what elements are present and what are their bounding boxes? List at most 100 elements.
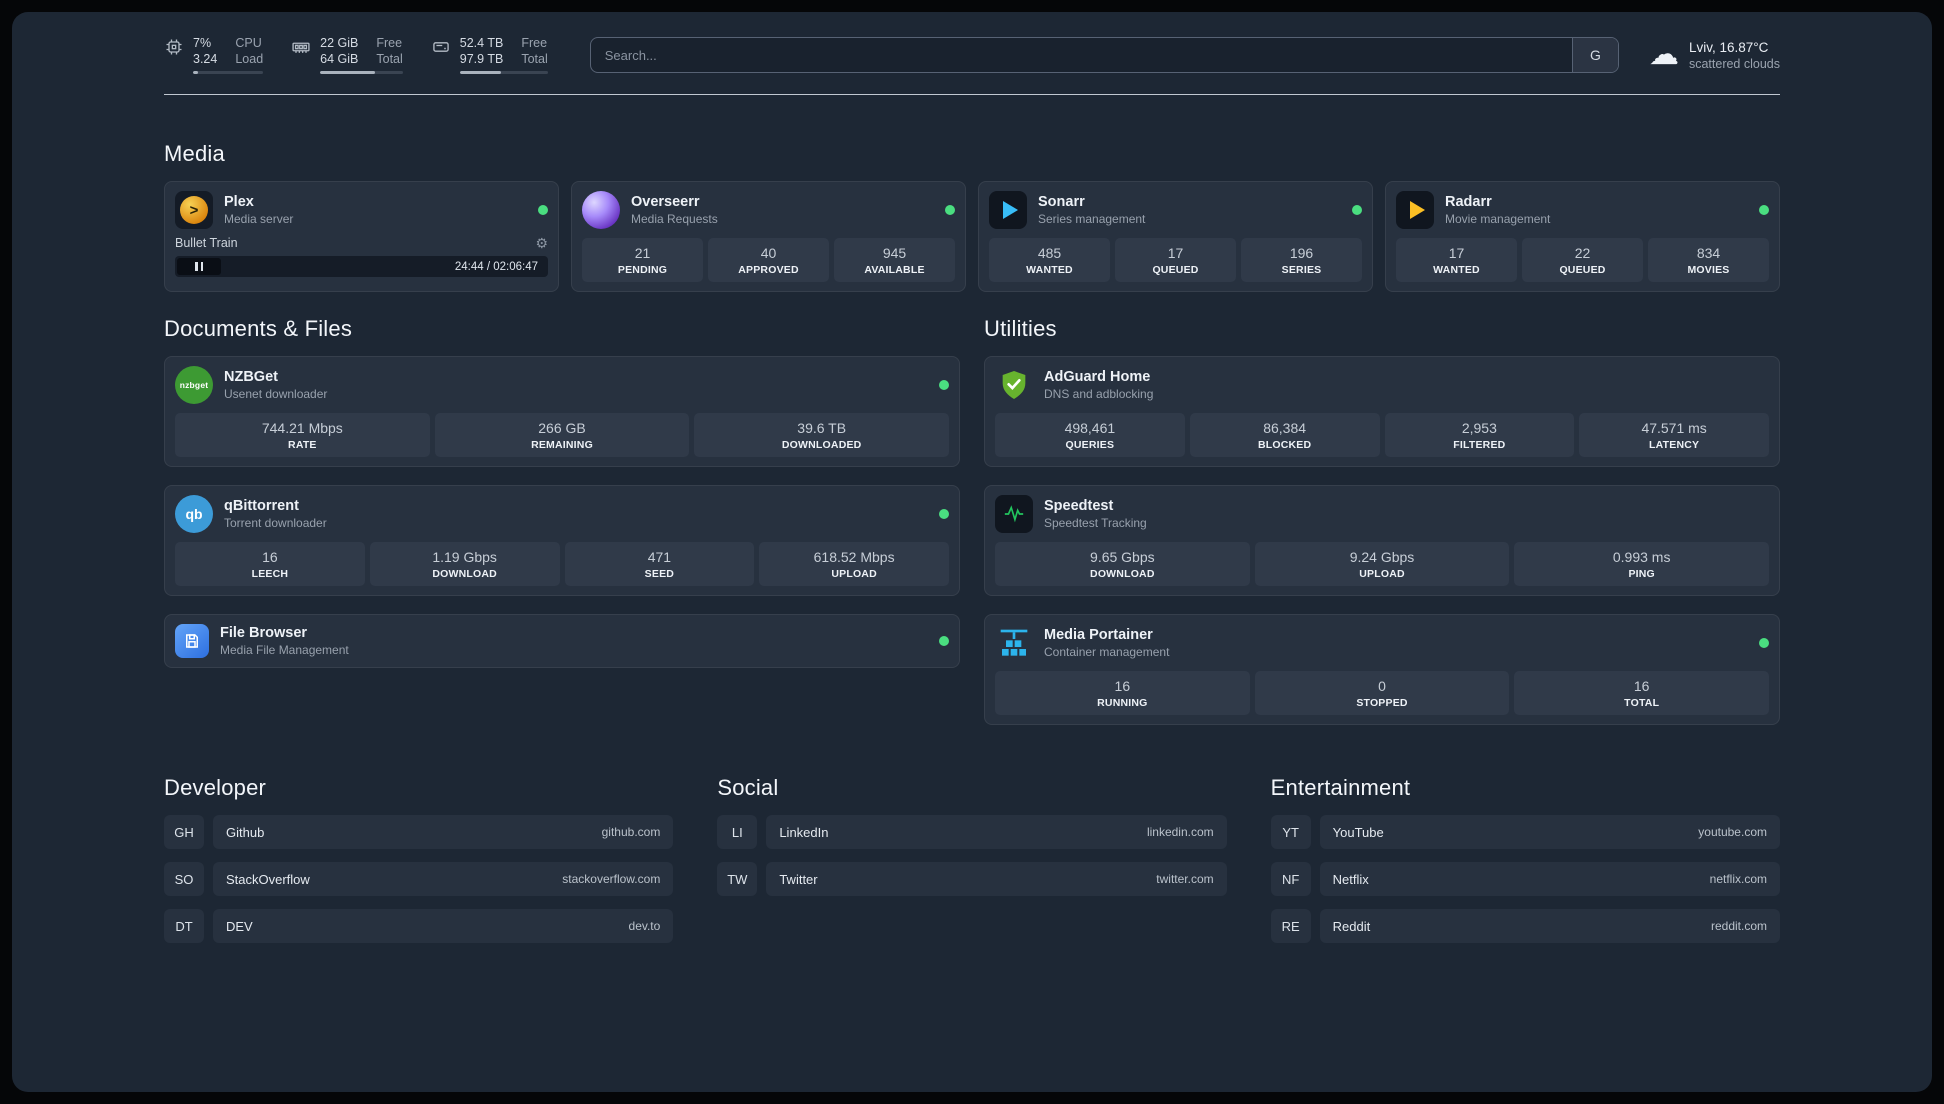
stat-label: SERIES: [1281, 264, 1322, 276]
service-card-speedtest[interactable]: Speedtest Speedtest Tracking 9.65 Gbps D…: [984, 485, 1780, 596]
stat-label: FILTERED: [1453, 439, 1506, 451]
service-subtitle: Usenet downloader: [224, 387, 328, 401]
stat-label: WANTED: [1026, 264, 1073, 276]
documents-section-title: Documents & Files: [164, 316, 353, 341]
memory-icon: [291, 36, 311, 74]
status-dot: [939, 636, 949, 646]
search-provider-button[interactable]: G: [1571, 38, 1618, 72]
bookmark-name: Reddit: [1332, 918, 1371, 934]
service-card-adguard[interactable]: AdGuard Home DNS and adblocking 498,461 …: [984, 356, 1780, 467]
disk-widget: 52.4 TB 97.9 TB Free Total: [431, 36, 548, 74]
service-card-overseerr[interactable]: Overseerr Media Requests 21 PENDING 40 A…: [571, 181, 966, 292]
stat-label: RATE: [288, 439, 317, 451]
stat-label: WANTED: [1433, 264, 1480, 276]
service-card-sonarr[interactable]: Sonarr Series management 485 WANTED 17 Q…: [978, 181, 1373, 292]
bookmark-group-entertainment: Entertainment YT YouTube youtube.com NF …: [1270, 775, 1780, 943]
status-dot: [1759, 205, 1769, 215]
service-card-radarr[interactable]: Radarr Movie management 17 WANTED 22 QUE…: [1385, 181, 1780, 292]
dashboard: 7% 3.24 CPU Load 22 GiB 64 GiB Free Tota…: [12, 12, 1932, 1092]
service-name: Overseerr: [631, 194, 700, 210]
search-input[interactable]: [590, 38, 1572, 72]
bookmark-twitter[interactable]: TW Twitter twitter.com: [717, 862, 1227, 896]
stat-label: APPROVED: [738, 264, 799, 276]
stat-value: 17: [1448, 245, 1465, 261]
stat-value: 16: [1114, 678, 1131, 694]
stat-label: RUNNING: [1097, 697, 1148, 709]
memory-progress-bar: [320, 71, 403, 74]
service-card-nzbget[interactable]: nzbget NZBGet Usenet downloader 744.21 M…: [164, 356, 960, 467]
stat-tile: 0 STOPPED: [1254, 671, 1510, 715]
qbittorrent-icon: qb: [175, 495, 213, 533]
stat-label: SEED: [644, 568, 675, 580]
disk-progress-bar: [459, 71, 548, 74]
service-card-portainer[interactable]: Media Portainer Container management 16 …: [984, 614, 1780, 725]
service-card-filebrowser[interactable]: File Browser Media File Management: [164, 614, 960, 668]
bookmark-github[interactable]: GH Github github.com: [164, 815, 674, 849]
stat-label: UPLOAD: [831, 568, 877, 580]
bookmark-abbr: NF: [1270, 862, 1311, 896]
bookmark-group-developer: Developer GH Github github.com SO StackO…: [164, 775, 674, 943]
disk-icon: [431, 36, 451, 74]
entertainment-section-title: Entertainment: [1270, 775, 1411, 800]
stat-value: 47.571 ms: [1641, 420, 1707, 436]
bookmark-url: youtube.com: [1698, 825, 1767, 839]
cpu-label: CPU: [235, 36, 262, 50]
cpu-widget: 7% 3.24 CPU Load: [164, 36, 264, 74]
stat-label: PENDING: [617, 264, 668, 276]
stat-value: 0.993 ms: [1612, 549, 1671, 565]
stat-value: 39.6 TB: [797, 420, 847, 436]
service-subtitle: Media File Management: [220, 643, 349, 657]
stat-label: UPLOAD: [1359, 568, 1405, 580]
stat-label: STOPPED: [1356, 697, 1408, 709]
portainer-icon: [995, 624, 1033, 662]
stat-tile: 21 PENDING: [582, 238, 703, 282]
stat-value: 16: [262, 549, 278, 565]
bookmark-name: LinkedIn: [779, 824, 829, 840]
stat-value: 86,384: [1263, 420, 1307, 436]
gear-icon[interactable]: ⚙: [535, 236, 548, 250]
bookmark-reddit[interactable]: RE Reddit reddit.com: [1270, 909, 1780, 943]
memory-free-value: 22 GiB: [320, 36, 359, 50]
stat-value: 0: [1378, 678, 1386, 694]
topbar-divider: [164, 94, 1780, 95]
stat-value: 945: [882, 245, 907, 261]
cloud-icon: ☁: [1648, 38, 1679, 71]
stat-value: 834: [1696, 245, 1721, 261]
stat-value: 744.21 Mbps: [261, 420, 343, 436]
section-media: Media > Plex Media server Bullet Train ⚙…: [164, 141, 1780, 292]
stat-value: 485: [1037, 245, 1062, 261]
service-card-plex[interactable]: > Plex Media server Bullet Train ⚙ 24:44…: [164, 181, 559, 292]
stat-label: QUERIES: [1065, 439, 1115, 451]
cpu-percent: 7%: [193, 36, 212, 50]
bookmark-dev[interactable]: DT DEV dev.to: [164, 909, 674, 943]
bookmark-stackoverflow[interactable]: SO StackOverflow stackoverflow.com: [164, 862, 674, 896]
stat-tile: 744.21 Mbps RATE: [175, 413, 430, 457]
service-subtitle: Media server: [224, 212, 294, 226]
stat-value: 21: [634, 245, 651, 261]
disk-free-label: Free: [521, 36, 548, 50]
bookmark-url: twitter.com: [1156, 872, 1214, 886]
service-name: qBittorrent: [224, 498, 299, 514]
stat-label: LEECH: [251, 568, 289, 580]
service-card-qbittorrent[interactable]: qb qBittorrent Torrent downloader 16 LEE…: [164, 485, 960, 596]
stat-tile: 16 TOTAL: [1514, 671, 1770, 715]
stat-tile: 945 AVAILABLE: [834, 238, 955, 282]
bookmark-url: reddit.com: [1710, 919, 1767, 933]
pause-icon[interactable]: [177, 258, 221, 275]
stat-tile: 618.52 Mbps UPLOAD: [759, 542, 949, 586]
cpu-icon: [164, 36, 184, 74]
stat-tile: 471 SEED: [564, 542, 755, 586]
stat-value: 196: [1289, 245, 1314, 261]
stat-tile: 1.19 Gbps DOWNLOAD: [369, 542, 560, 586]
social-section-title: Social: [717, 775, 779, 800]
service-name: Sonarr: [1038, 194, 1085, 210]
weather-location: Lviv, 16.87°C: [1688, 39, 1769, 55]
stat-tile: 39.6 TB DOWNLOADED: [694, 413, 950, 457]
stat-label: PING: [1628, 568, 1655, 580]
bookmark-linkedin[interactable]: LI LinkedIn linkedin.com: [717, 815, 1227, 849]
bookmark-netflix[interactable]: NF Netflix netflix.com: [1270, 862, 1780, 896]
playback-seek-bar[interactable]: 24:44 / 02:06:47: [175, 256, 548, 277]
filebrowser-icon: [175, 624, 209, 658]
cpu-progress-bar: [193, 71, 264, 74]
bookmark-youtube[interactable]: YT YouTube youtube.com: [1270, 815, 1780, 849]
